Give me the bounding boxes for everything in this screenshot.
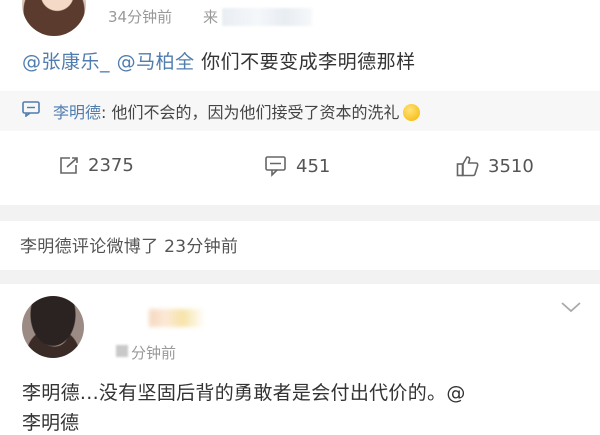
- like-count: 3510: [488, 155, 534, 177]
- chevron-down-icon[interactable]: [560, 300, 582, 314]
- post-time: 分钟前: [131, 344, 177, 362]
- blurred-time-digit: [116, 345, 128, 357]
- reply-text: 李明德: 他们不会的，因为他们接受了资本的洗礼: [53, 99, 420, 123]
- blurred-source: [222, 8, 312, 26]
- activity-header: 李明德评论微博了 23分钟前: [20, 237, 239, 257]
- reply-body: : 他们不会的，因为他们接受了资本的洗礼: [101, 103, 400, 122]
- post-text-line2: 李明德: [22, 412, 80, 434]
- reply-author[interactable]: 李明德: [53, 103, 101, 122]
- post-time: 34分钟前: [108, 8, 173, 26]
- like-button[interactable]: 3510: [456, 155, 534, 177]
- repost-icon: [60, 156, 78, 174]
- comment-count: 451: [296, 155, 331, 177]
- blurred-username: [149, 309, 205, 327]
- comment-icon: [265, 156, 286, 177]
- post-text: 李明德...没有坚固后背的勇敢者是会付出代价的。@: [22, 382, 466, 404]
- post-source-label: 来: [203, 8, 219, 26]
- repost-count: 2375: [88, 155, 134, 176]
- avatar[interactable]: [22, 0, 86, 36]
- mention-link[interactable]: @马柏全: [117, 51, 195, 73]
- comment-button[interactable]: 451: [264, 155, 330, 177]
- smile-emoji-icon: [402, 104, 420, 121]
- mention-link[interactable]: @张康乐_: [22, 51, 110, 73]
- post-body: 你们不要变成李明德那样: [201, 51, 416, 73]
- comment-icon: [22, 101, 40, 117]
- section-divider: [0, 270, 600, 284]
- post-text: @张康乐_ @马柏全 你们不要变成李明德那样: [22, 47, 416, 74]
- repost-button[interactable]: 2375: [58, 155, 134, 176]
- thumbs-up-icon: [456, 156, 479, 177]
- avatar[interactable]: [22, 296, 84, 358]
- section-divider: [0, 205, 600, 221]
